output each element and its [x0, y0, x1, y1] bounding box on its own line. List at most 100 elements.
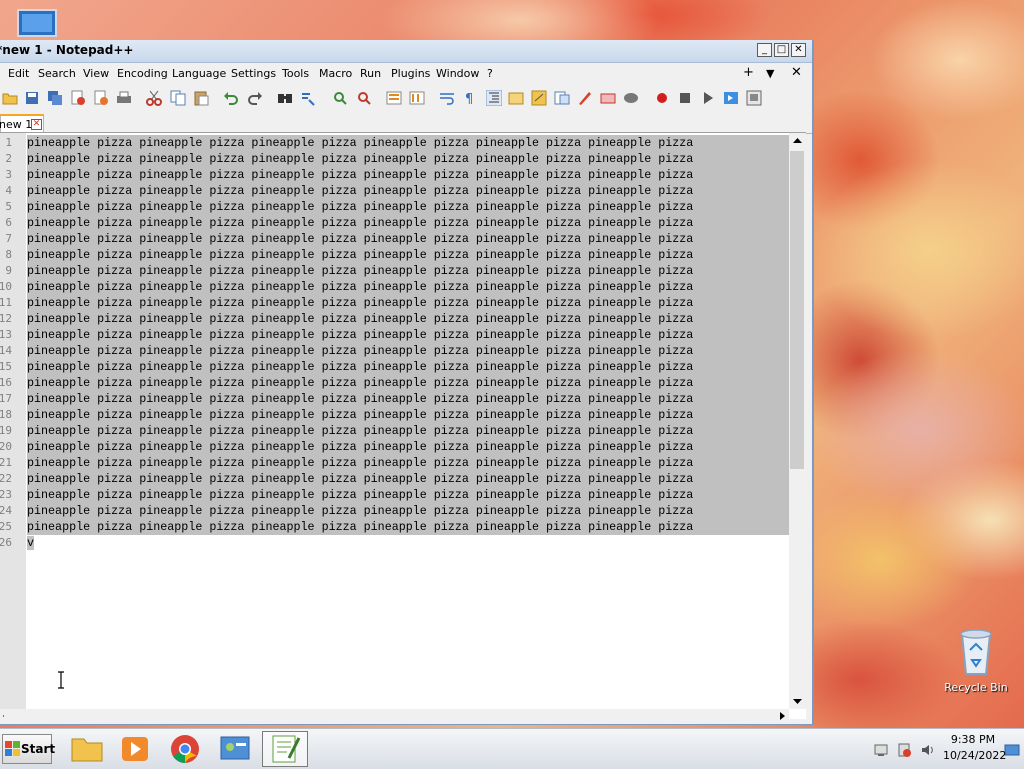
save-icon[interactable] — [24, 90, 40, 106]
text-line[interactable]: pineapple pizza pineapple pizza pineappl… — [27, 199, 789, 215]
taskbar-notepad-plus-plus[interactable] — [262, 731, 308, 767]
monitoring-icon[interactable] — [600, 90, 616, 106]
scroll-up-icon[interactable] — [789, 133, 806, 147]
text-line[interactable]: pineapple pizza pineapple pizza pineappl… — [27, 311, 789, 327]
menu-search[interactable]: Search — [38, 67, 76, 80]
text-line[interactable]: pineapple pizza pineapple pizza pineappl… — [27, 279, 789, 295]
close-document-button[interactable]: ✕ — [791, 65, 802, 80]
text-line[interactable]: pineapple pizza pineapple pizza pineappl… — [27, 183, 789, 199]
find-icon[interactable] — [277, 90, 293, 106]
close-file-icon[interactable] — [70, 90, 86, 106]
text-line[interactable]: pineapple pizza pineapple pizza pineappl… — [27, 487, 789, 503]
horizontal-scrollbar[interactable] — [0, 709, 789, 723]
text-line[interactable]: pineapple pizza pineapple pizza pineappl… — [27, 439, 789, 455]
sync-vertical-icon[interactable] — [386, 90, 402, 106]
macro-run-multiple-icon[interactable] — [723, 90, 739, 106]
text-line[interactable]: pineapple pizza pineapple pizza pineappl… — [27, 455, 789, 471]
volume-icon[interactable] — [920, 742, 936, 758]
taskbar-file-explorer[interactable] — [64, 731, 110, 767]
sync-horizontal-icon[interactable] — [409, 90, 425, 106]
menu-language[interactable]: Language — [172, 67, 226, 80]
print-icon[interactable] — [116, 90, 132, 106]
text-line[interactable]: pineapple pizza pineapple pizza pineappl… — [27, 471, 789, 487]
doc-map-icon[interactable] — [531, 90, 547, 106]
start-button[interactable]: Start — [2, 734, 55, 764]
scroll-down-icon[interactable] — [789, 695, 806, 709]
action-center-icon[interactable] — [896, 742, 912, 758]
text-line[interactable]: pineapple pizza pineapple pizza pineappl… — [27, 503, 789, 519]
computer-icon[interactable] — [14, 8, 60, 38]
replace-icon[interactable] — [300, 90, 316, 106]
text-line[interactable]: pineapple pizza pineapple pizza pineappl… — [27, 295, 789, 311]
macro-stop-icon[interactable] — [677, 90, 693, 106]
function-list-icon[interactable] — [554, 90, 570, 106]
scroll-right-icon[interactable] — [775, 709, 789, 723]
text-line[interactable]: pineapple pizza pineapple pizza pineappl… — [27, 135, 789, 151]
text-line[interactable]: pineapple pizza pineapple pizza pineappl… — [27, 391, 789, 407]
title-bar[interactable]: *new 1 - Notepad++ _ □ ✕ — [0, 40, 812, 63]
text-line[interactable]: pineapple pizza pineapple pizza pineappl… — [27, 215, 789, 231]
macro-save-icon[interactable] — [746, 90, 762, 106]
network-tray-icon[interactable] — [873, 742, 889, 758]
menu-window[interactable]: Window — [436, 67, 479, 80]
record-icon[interactable] — [623, 90, 639, 106]
word-wrap-icon[interactable] — [439, 90, 455, 106]
text-line[interactable]: pineapple pizza pineapple pizza pineappl… — [27, 375, 789, 391]
undo-icon[interactable] — [223, 90, 239, 106]
menu-run[interactable]: Run — [360, 67, 381, 80]
folder-as-workspace-icon[interactable] — [577, 90, 593, 106]
text-area[interactable]: pineapple pizza pineapple pizza pineappl… — [27, 133, 789, 709]
save-all-icon[interactable] — [47, 90, 63, 106]
add-button[interactable]: + — [743, 65, 754, 80]
menu-help[interactable]: ? — [487, 67, 493, 80]
text-line[interactable]: pineapple pizza pineapple pizza pineappl… — [27, 167, 789, 183]
taskbar-chrome[interactable] — [162, 731, 208, 767]
define-language-icon[interactable] — [508, 90, 524, 106]
taskbar-media-player[interactable] — [112, 731, 158, 767]
scroll-left-icon[interactable] — [0, 709, 14, 723]
tab-close-icon[interactable]: ✕ — [31, 119, 42, 130]
macro-play-icon[interactable] — [700, 90, 716, 106]
zoom-out-icon[interactable] — [356, 90, 372, 106]
zoom-in-icon[interactable] — [332, 90, 348, 106]
text-line[interactable]: pineapple pizza pineapple pizza pineappl… — [27, 359, 789, 375]
vertical-scroll-thumb[interactable] — [790, 151, 804, 469]
macro-record-icon[interactable] — [654, 90, 670, 106]
text-line[interactable]: pineapple pizza pineapple pizza pineappl… — [27, 519, 789, 535]
menu-settings[interactable]: Settings — [231, 67, 276, 80]
text-line[interactable]: v — [27, 535, 35, 551]
close-button[interactable]: ✕ — [791, 43, 806, 57]
menu-edit[interactable]: Edit — [8, 67, 29, 80]
copy-icon[interactable] — [170, 90, 186, 106]
vertical-scrollbar[interactable] — [789, 133, 806, 709]
menu-macro[interactable]: Macro — [319, 67, 352, 80]
text-line[interactable]: pineapple pizza pineapple pizza pineappl… — [27, 231, 789, 247]
menu-plugins[interactable]: Plugins — [391, 67, 430, 80]
cut-icon[interactable] — [146, 90, 162, 106]
taskbar-control-panel[interactable] — [212, 731, 258, 767]
menu-tools[interactable]: Tools — [282, 67, 309, 80]
indent-guide-icon[interactable] — [486, 90, 502, 106]
text-line[interactable]: pineapple pizza pineapple pizza pineappl… — [27, 423, 789, 439]
text-line[interactable]: pineapple pizza pineapple pizza pineappl… — [27, 151, 789, 167]
dropdown-button[interactable]: ▼ — [766, 67, 774, 80]
clock[interactable]: 9:38 PM 10/24/2022 — [943, 732, 1006, 764]
paste-icon[interactable] — [193, 90, 209, 106]
minimize-button[interactable]: _ — [757, 43, 772, 57]
text-line[interactable]: pineapple pizza pineapple pizza pineappl… — [27, 247, 789, 263]
menu-encoding[interactable]: Encoding — [117, 67, 168, 80]
show-all-characters-icon[interactable]: ¶ — [462, 90, 478, 106]
editor-area[interactable]: 1 2 3 4 5 6 7 8 9 10 11 12 13 14 15 16 17 18 19 20 21 22 23 24 2… — [0, 132, 806, 723]
text-line[interactable]: pineapple pizza pineapple pizza pineappl… — [27, 343, 789, 359]
text-line[interactable]: pineapple pizza pineapple pizza pineappl… — [27, 327, 789, 343]
menu-view[interactable]: View — [83, 67, 109, 80]
text-line[interactable]: pineapple pizza pineapple pizza pineappl… — [27, 407, 789, 423]
redo-icon[interactable] — [247, 90, 263, 106]
tab-new-1[interactable]: new 1 ✕ — [0, 114, 44, 133]
text-line[interactable]: pineapple pizza pineapple pizza pineappl… — [27, 263, 789, 279]
close-all-icon[interactable] — [93, 90, 109, 106]
maximize-button[interactable]: □ — [774, 43, 789, 57]
show-desktop-icon[interactable] — [1004, 743, 1020, 757]
recycle-bin-shortcut[interactable]: Recycle Bin — [944, 626, 1008, 694]
open-file-icon[interactable] — [2, 90, 18, 106]
